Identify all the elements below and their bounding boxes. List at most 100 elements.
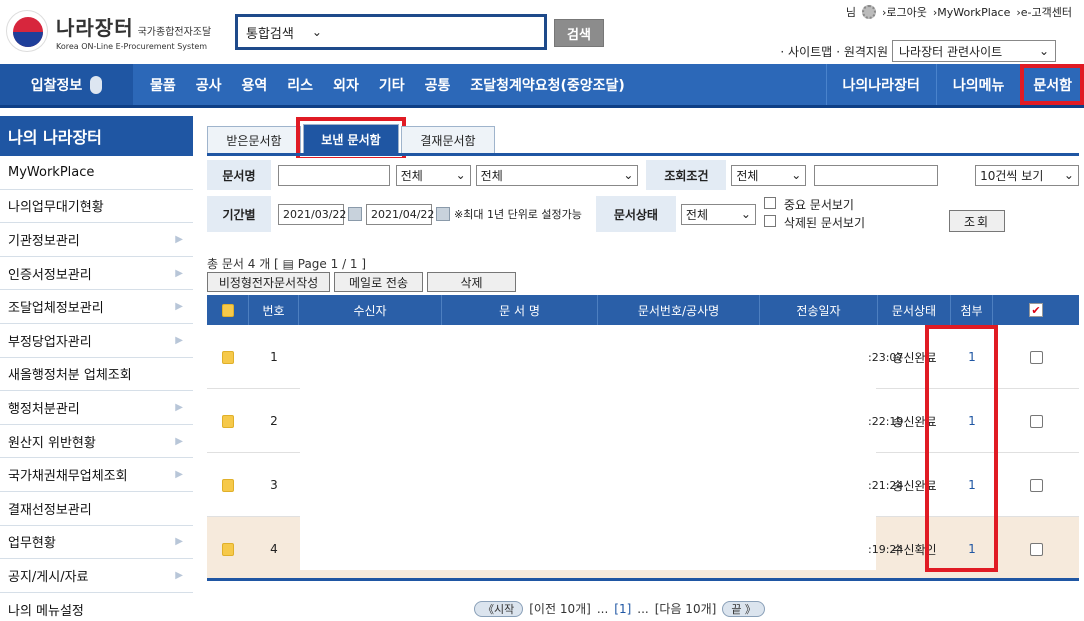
sidebar-item[interactable]: 조달업체정보관리 ▶ — [0, 290, 193, 324]
sidebar-item[interactable]: 나의 메뉴설정 — [0, 592, 193, 621]
row-checkbox-cell — [993, 453, 1079, 517]
sidebar-item[interactable]: 새올행정처분 업체조회 — [0, 357, 193, 392]
row-checkbox[interactable] — [1029, 478, 1043, 492]
sidebar-item[interactable]: 부정당업자관리 ▶ — [0, 323, 193, 358]
next-10-link[interactable]: [다음 10개] — [655, 600, 717, 617]
doc-type-select[interactable]: 전체 ⌄ — [395, 164, 471, 186]
sidebar-item[interactable]: 원산지 위반현황 ▶ — [0, 424, 193, 459]
sidebar-item[interactable]: 업무현황 ▶ — [0, 525, 193, 560]
row-checkbox-cell — [993, 325, 1079, 389]
calendar-icon[interactable] — [348, 207, 362, 221]
table-bottom-line — [207, 578, 1079, 581]
search-button[interactable]: 검색 — [554, 19, 604, 47]
nav-my-menu[interactable]: 나의메뉴 — [935, 64, 1021, 105]
status-select[interactable]: 전체 ⌄ — [680, 203, 756, 225]
date-from-input[interactable]: 2021/03/22 — [278, 203, 346, 225]
sidebar-item-label: 부정당업자관리 — [8, 334, 92, 350]
page-size-select[interactable]: 10건씩 보기 ⌄ — [975, 164, 1079, 186]
sidebar-item-label: 결재선정보관리 — [8, 502, 92, 518]
chevron-right-icon: ▶ — [175, 469, 183, 481]
header-select-all[interactable]: ✔ — [993, 295, 1079, 325]
chevron-right-icon: ▶ — [175, 301, 183, 313]
row-no: 3 — [270, 478, 278, 492]
action-bar: 비정형전자문서작성 메일로 전송 삭제 — [207, 272, 516, 292]
chevron-right-icon: ▶ — [175, 334, 183, 346]
nav-item-lease[interactable]: 리스 — [287, 75, 313, 95]
logo[interactable]: 나라장터 국가종합전자조달 Korea ON-Line E-Procurement… — [6, 10, 211, 52]
nav-item-central-procurement[interactable]: 조달청계약요청(중앙조달) — [470, 75, 624, 95]
calendar-icon[interactable] — [436, 207, 450, 221]
doc-name-input[interactable] — [277, 164, 390, 186]
last-page-button[interactable]: 끝 》 — [722, 600, 765, 617]
doc-type-value: 전체 — [400, 168, 423, 183]
nav-mailbox[interactable]: 문서함 — [1020, 64, 1084, 105]
row-checkbox[interactable] — [1029, 414, 1043, 428]
myworkplace-link[interactable]: ›MyWorkPlace — [933, 6, 1011, 19]
sidebar-item[interactable]: 국가채권채무업체조회 ▶ — [0, 458, 193, 492]
chevron-down-icon: ⌄ — [740, 207, 751, 221]
tab-sent[interactable]: 보낸 문서함 — [296, 117, 406, 161]
sidebar-item[interactable]: 행정처분관리 ▶ — [0, 391, 193, 425]
write-atypical-doc-button[interactable]: 비정형전자문서작성 — [207, 272, 330, 292]
row-no: 4 — [270, 542, 278, 556]
logo-subtitle: 국가종합전자조달 — [137, 26, 212, 38]
sidebar-item-label: 인증서정보관리 — [8, 267, 92, 283]
header-status: 문서상태 — [878, 295, 951, 325]
nav-item-goods[interactable]: 물품 — [150, 75, 176, 95]
query-cond-input[interactable] — [814, 164, 939, 186]
related-sites-value: 나라장터 관련사이트 — [899, 44, 1003, 59]
sidebar-item[interactable]: MyWorkPlace — [0, 156, 193, 190]
nav-my-narajangteo[interactable]: 나의나라장터 — [825, 64, 936, 105]
customer-center-link[interactable]: ›e-고객센터 — [1016, 4, 1072, 20]
send-mail-button[interactable]: 메일로 전송 — [334, 272, 423, 292]
remote-support-link[interactable]: · 원격지원 — [836, 43, 888, 60]
sidebar-item-label: 기관정보관리 — [8, 233, 80, 249]
doc-subtype-select[interactable]: 전체 ⌄ — [475, 164, 639, 186]
sidebar-item-label: 국가채권채무업체조회 — [8, 469, 128, 485]
row-checkbox[interactable] — [1029, 542, 1043, 556]
sidebar-item-label: 새올행정처분 업체조회 — [8, 368, 132, 384]
prev-10-link[interactable]: [이전 10개] — [529, 600, 591, 617]
header-doc-number: 문서번호/공사명 — [598, 295, 760, 325]
tab-underline — [207, 153, 1079, 156]
row-sent-time: :21:24 — [868, 479, 904, 492]
delete-button[interactable]: 삭제 — [427, 272, 516, 292]
user-suffix: 님 — [845, 6, 856, 19]
logout-link[interactable]: ›로그아웃 — [882, 4, 927, 20]
sidebar: 나의 나라장터 MyWorkPlace 나의업무대기현황 기관정보관리 ▶ 인증서정보관… — [0, 116, 193, 621]
nav-item-common[interactable]: 공통 — [425, 75, 451, 95]
nav-bid-info[interactable]: 입찰정보 — [0, 64, 133, 105]
chevron-down-icon: ⌄ — [1038, 44, 1049, 58]
search-scope-select[interactable]: 통합검색 ⌄ — [235, 14, 547, 50]
sidebar-item[interactable]: 결재선정보관리 — [0, 491, 193, 526]
important-checkbox[interactable] — [763, 197, 776, 209]
nav-item-etc[interactable]: 기타 — [379, 75, 405, 95]
sidebar-item[interactable]: 기관정보관리 ▶ — [0, 223, 193, 257]
gear-icon[interactable] — [861, 5, 876, 19]
chevron-right-icon: ▶ — [175, 267, 183, 279]
mouse-icon — [90, 75, 103, 94]
sidebar-item[interactable]: 인증서정보관리 ▶ — [0, 256, 193, 291]
tab-received[interactable]: 받은문서함 — [207, 126, 301, 154]
nav-item-service[interactable]: 용역 — [242, 75, 268, 95]
query-button[interactable]: 조회 — [949, 210, 1006, 232]
sitemap-link[interactable]: · 사이트맵 — [780, 43, 832, 60]
sidebar-item-label: 업무현황 — [8, 536, 56, 552]
deleted-checkbox[interactable] — [763, 215, 776, 227]
nav-item-foreign[interactable]: 외자 — [333, 75, 359, 95]
date-to-input[interactable]: 2021/04/22 — [366, 203, 434, 225]
sidebar-item[interactable]: 나의업무대기현황 — [0, 189, 193, 224]
chevron-right-icon: ▶ — [175, 569, 183, 581]
row-checkbox[interactable] — [1029, 350, 1043, 364]
related-sites-select[interactable]: 나라장터 관련사이트 ⌄ — [892, 40, 1056, 62]
select-all-checkbox[interactable]: ✔ — [1029, 303, 1043, 317]
header-badge-col — [207, 295, 249, 325]
sidebar-item[interactable]: 공지/게시/자료 ▶ — [0, 559, 193, 593]
first-page-button[interactable]: 《시작 — [474, 600, 524, 617]
query-cond-select[interactable]: 전체 ⌄ — [731, 164, 807, 186]
tab-approval[interactable]: 결재문서함 — [401, 126, 495, 154]
current-page-link[interactable]: [1] — [614, 602, 631, 616]
chevron-down-icon: ⌄ — [455, 168, 466, 182]
page-size-value: 10건씩 보기 — [980, 168, 1044, 183]
nav-item-construction[interactable]: 공사 — [196, 75, 222, 95]
